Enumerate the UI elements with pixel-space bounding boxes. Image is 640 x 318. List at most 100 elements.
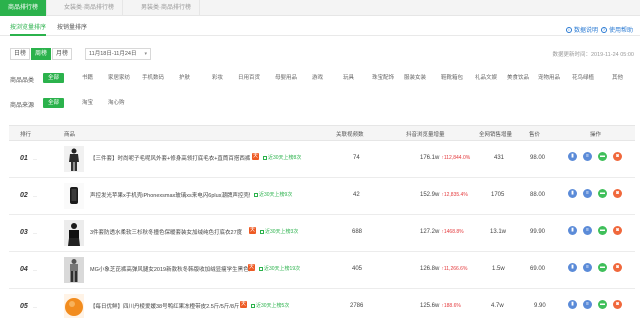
message-icon[interactable]: ▬ bbox=[598, 152, 607, 161]
product-title[interactable]: 声控发光苹果x手机壳iPhonexsmax玻璃xs来电闪6plus潮牌声控壳情侣… bbox=[90, 191, 250, 199]
chart-icon[interactable]: ▮ bbox=[568, 263, 577, 272]
ranking-tag: 近30天上榜5次 bbox=[251, 302, 289, 309]
cart-icon[interactable]: ◙ bbox=[613, 226, 622, 235]
growth-rate-value: 1468.8% bbox=[443, 229, 464, 235]
category-chip[interactable]: 护肤 bbox=[179, 73, 190, 83]
row-actions: ▮ ≡ ▬ ◙ bbox=[568, 152, 622, 161]
category-chip[interactable]: 家居家纺 bbox=[108, 73, 130, 83]
category-chip[interactable]: 手机数码 bbox=[142, 73, 164, 83]
tab-sort-by-views[interactable]: 按浏览量排序 bbox=[10, 22, 47, 36]
growth-rate-value: 112,844.0% bbox=[443, 155, 471, 161]
growth-rate: ↑188.6% bbox=[441, 303, 461, 309]
product-thumbnail[interactable] bbox=[64, 294, 84, 318]
product-title[interactable]: MG小象芝芘裤高弹风腿女2019新款秋冬韩版收加绒显瘦学生黑色运动裤 bbox=[90, 265, 250, 273]
category-chip[interactable]: 玩具 bbox=[343, 73, 354, 83]
col-operations: 操作 bbox=[590, 132, 602, 138]
col-sales-growth[interactable]: 全网销售增量 bbox=[479, 130, 512, 138]
sort-tabs: 按浏览量排序 按销量排序 i 数据说明 ? 使用帮助 bbox=[0, 22, 640, 36]
tmall-icon: 天 bbox=[252, 153, 259, 160]
product-title[interactable]: 【每日优鲜】四川丹棱爱媛38号鸭红果冻橙带皮2.5斤/5斤/8斤 bbox=[90, 302, 239, 310]
period-week-button[interactable]: 周榜 bbox=[31, 48, 52, 60]
top-tab-bar: 商品排行榜 女装类·商品排行榜 男装类·商品排行榜 bbox=[0, 0, 640, 16]
cart-icon[interactable]: ◙ bbox=[613, 152, 622, 161]
source-chip[interactable]: 全部 bbox=[43, 98, 65, 108]
tab-product-ranking[interactable]: 商品排行榜 bbox=[0, 0, 48, 16]
growth-rate: ↑11,266.6% bbox=[441, 266, 468, 272]
message-icon[interactable]: ▬ bbox=[598, 226, 607, 235]
view-growth-value: 127.2w bbox=[420, 229, 440, 235]
document-icon[interactable]: ≡ bbox=[583, 189, 592, 198]
source-filter: 商品来源 全部 淘宝 淘心购 bbox=[0, 98, 640, 110]
document-icon[interactable]: ≡ bbox=[583, 152, 592, 161]
usage-help-link[interactable]: ? 使用帮助 bbox=[601, 25, 633, 34]
product-thumbnail[interactable] bbox=[64, 257, 84, 283]
product-thumbnail[interactable] bbox=[64, 146, 84, 172]
col-price[interactable]: 售价 bbox=[529, 130, 540, 138]
category-chip[interactable]: 书籍 bbox=[82, 73, 93, 83]
message-icon[interactable]: ▬ bbox=[598, 300, 607, 309]
related-videos-count: 42 bbox=[353, 192, 360, 198]
category-chip[interactable]: 珠宝配饰 bbox=[372, 73, 394, 83]
document-icon[interactable]: ≡ bbox=[583, 300, 592, 309]
table-row[interactable]: 02 — 声控发光苹果x手机壳iPhonexsmax玻璃xs来电闪6plus潮牌… bbox=[9, 178, 635, 215]
tab-mens-ranking[interactable]: 男装类·商品排行榜 bbox=[133, 0, 200, 16]
table-row[interactable]: 01 — 【三件套】时尚呢子毛呢风外套+修身高领打底毛衣+直筒百搭西裤 天 近3… bbox=[9, 141, 635, 178]
tab-womens-ranking[interactable]: 女装类·商品排行榜 bbox=[56, 0, 123, 16]
view-growth-value: 125.6w bbox=[420, 303, 440, 309]
cart-icon[interactable]: ◙ bbox=[613, 263, 622, 272]
product-thumbnail[interactable] bbox=[64, 183, 84, 209]
category-chip[interactable]: 宠物用品 bbox=[538, 73, 560, 83]
price-value: 99.90 bbox=[530, 229, 546, 235]
category-chip[interactable]: 母婴用品 bbox=[275, 73, 297, 83]
table-row[interactable]: 05 — 【每日优鲜】四川丹棱爱媛38号鸭红果冻橙带皮2.5斤/5斤/8斤 天 … bbox=[9, 289, 635, 318]
table-row[interactable]: 04 — MG小象芝芘裤高弹风腿女2019新款秋冬韩版收加绒显瘦学生黑色运动裤 … bbox=[9, 252, 635, 289]
cart-icon[interactable]: ◙ bbox=[613, 300, 622, 309]
ranking-tag-label: 近30天上榜5次 bbox=[256, 303, 290, 309]
data-help-link[interactable]: i 数据说明 bbox=[566, 25, 598, 34]
tab-sort-by-sales[interactable]: 按销量排序 bbox=[57, 22, 87, 36]
category-chip[interactable]: 彩妆 bbox=[212, 73, 223, 83]
data-help-label: 数据说明 bbox=[574, 28, 599, 34]
col-product: 商品 bbox=[64, 132, 76, 138]
category-chip[interactable]: 花鸟绿植 bbox=[572, 73, 594, 83]
message-icon[interactable]: ▬ bbox=[598, 263, 607, 272]
chart-icon[interactable]: ▮ bbox=[568, 226, 577, 235]
chart-icon[interactable]: ▮ bbox=[568, 152, 577, 161]
category-chip[interactable]: 美食饮品 bbox=[507, 73, 529, 83]
growth-rate: ↑12,835.4% bbox=[441, 192, 468, 198]
product-thumbnail[interactable] bbox=[64, 220, 84, 246]
ranking-tag-label: 近30天上榜9次 bbox=[259, 192, 293, 198]
category-chip[interactable]: 礼品文娱 bbox=[475, 73, 497, 83]
rank-trend-icon: — bbox=[33, 267, 37, 272]
category-chip[interactable]: 全部 bbox=[43, 73, 65, 83]
col-related-videos[interactable]: 关联视频数 bbox=[336, 130, 364, 138]
growth-rate-value: 188.6% bbox=[443, 303, 461, 309]
product-title[interactable]: 【三件套】时尚呢子毛呢风外套+修身高领打底毛衣+直筒百搭西裤 bbox=[90, 154, 250, 162]
category-filter: 商品品类 全部 书籍 家居家纺 手机数码 护肤 彩妆 日用百货 母婴用品 游戏 … bbox=[0, 73, 640, 85]
date-range-select[interactable]: 11月18日-11月24日 ▾ bbox=[85, 48, 151, 60]
category-chip[interactable]: 服装女装 bbox=[404, 73, 426, 83]
col-view-growth[interactable]: 抖音浏览量增量 bbox=[406, 130, 445, 138]
category-chip[interactable]: 日用百货 bbox=[238, 73, 260, 83]
sales-growth-value: 1705 bbox=[491, 192, 505, 198]
product-title[interactable]: 3件套防透水柔软三杉秋冬撞色保暖套装女加绒纯色打底衣27度 bbox=[90, 228, 242, 236]
document-icon[interactable]: ≡ bbox=[583, 263, 592, 272]
table-header: 排行 商品 关联视频数 抖音浏览量增量 全网销售增量 售价 操作 bbox=[9, 125, 635, 141]
cart-icon[interactable]: ◙ bbox=[613, 189, 622, 198]
source-chip[interactable]: 淘宝 bbox=[82, 98, 93, 108]
rank-number: 02 bbox=[20, 192, 28, 199]
view-growth-cell: 176.1w ↑112,844.0% bbox=[420, 155, 470, 161]
table-row[interactable]: 03 — 3件套防透水柔软三杉秋冬撞色保暖套装女加绒纯色打底衣27度 天 近30… bbox=[9, 215, 635, 252]
ranking-tag-label: 近30天上榜19次 bbox=[264, 266, 301, 272]
category-chip[interactable]: 鞋靴箱包 bbox=[441, 73, 463, 83]
document-icon[interactable]: ≡ bbox=[583, 226, 592, 235]
period-day-button[interactable]: 日榜 bbox=[10, 48, 31, 60]
message-icon[interactable]: ▬ bbox=[598, 189, 607, 198]
category-chip[interactable]: 游戏 bbox=[312, 73, 323, 83]
ranking-tag-label: 近30天上榜8次 bbox=[268, 155, 302, 161]
period-month-button[interactable]: 月榜 bbox=[52, 48, 73, 60]
category-chip[interactable]: 其他 bbox=[612, 73, 623, 83]
chart-icon[interactable]: ▮ bbox=[568, 189, 577, 198]
source-chip[interactable]: 淘心购 bbox=[108, 98, 125, 108]
chart-icon[interactable]: ▮ bbox=[568, 300, 577, 309]
